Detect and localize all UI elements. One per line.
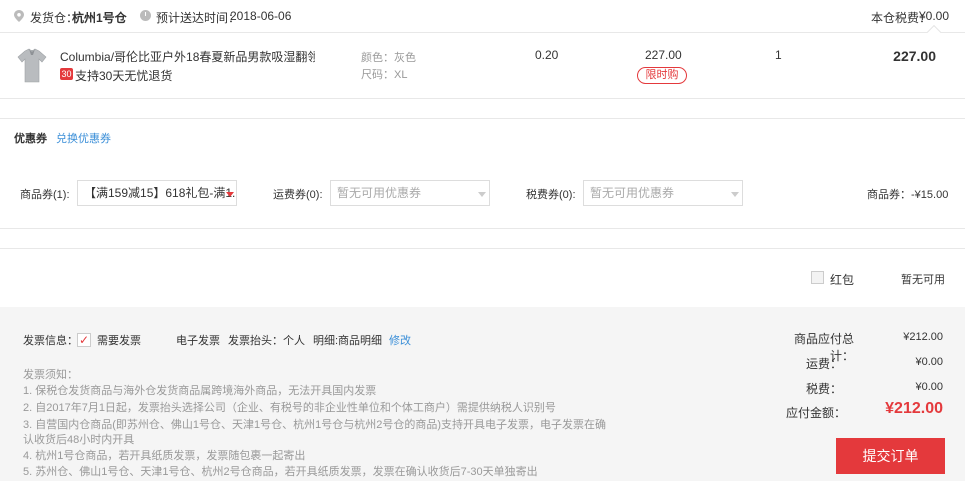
exchange-coupon-link[interactable]: 兑换优惠券: [56, 130, 111, 146]
product-coupon-label: 商品券(1):: [20, 189, 70, 201]
dropdown-caret-icon: [478, 192, 486, 197]
clock-icon: [140, 10, 151, 21]
red-packet-status: 暂无可用: [901, 274, 945, 286]
invoice-need-label: 需要发票: [97, 335, 141, 347]
invoice-detail: 明细:商品明细: [313, 335, 383, 347]
goods-total-value: ¥212.00: [903, 331, 943, 343]
red-packet-label: 红包: [830, 273, 855, 287]
shipping-coupon-label: 运费券(0):: [273, 189, 323, 201]
product-row: Columbia/哥伦比亚户外18春夏新品男款吸湿翻领P... 30 支持30天…: [0, 33, 965, 98]
tax-value: ¥0.00: [915, 381, 943, 393]
divider: [0, 228, 965, 229]
shipping-coupon-value: 暂无可用优惠券: [337, 186, 422, 200]
invoice-checkbox[interactable]: ✓: [77, 333, 91, 347]
freight-value: ¥0.00: [915, 356, 943, 368]
invoice-header: 发票抬头：个人: [228, 335, 305, 347]
tax-coupon-value: 暂无可用优惠券: [590, 186, 675, 200]
invoice-notice-item: 认收货后48小时内开具: [23, 434, 135, 446]
location-pin-icon: [14, 10, 24, 22]
invoice-notice-title: 发票须知：: [23, 369, 78, 381]
pay-label: 应付金额：: [785, 406, 846, 420]
invoice-notice-item: 3. 自营国内仓商品(即苏州仓、佛山1号仓、天津1号仓、杭州1号仓与杭州2号仓的…: [23, 419, 607, 431]
tax-label: 税费：: [805, 382, 842, 396]
tax-coupon-select[interactable]: 暂无可用优惠券: [583, 180, 743, 206]
tax-coupon-label: 税费券(0):: [526, 189, 576, 201]
product-name[interactable]: Columbia/哥伦比亚户外18春夏新品男款吸湿翻领P...: [60, 48, 315, 65]
product-size: 尺码：XL: [361, 69, 408, 81]
quantity: 1: [775, 48, 782, 62]
product-color: 颜色：灰色: [361, 52, 416, 64]
divider: [0, 118, 965, 119]
return-badge: 30: [60, 68, 73, 80]
product-coupon-select[interactable]: 【满159减15】618礼包-满1...: [77, 180, 237, 206]
invoice-notice-item: 4. 杭州1号仓商品，若开具纸质发票，发票随包裹一起寄出: [23, 450, 306, 462]
unit-price: 227.00: [645, 48, 682, 62]
divider: [0, 98, 965, 99]
warehouse-tax-value: ¥0.00: [919, 9, 950, 23]
checkmark-icon: ✓: [78, 333, 90, 347]
coupon-discount: 商品券：-¥15.00: [867, 189, 949, 201]
product-thumbnail[interactable]: [17, 48, 47, 84]
shipping-coupon-select[interactable]: 暂无可用优惠券: [330, 180, 490, 206]
invoice-type: 电子发票: [176, 335, 220, 347]
invoice-info-label: 发票信息：: [23, 335, 78, 347]
flash-sale-tag: 限时购: [637, 67, 687, 84]
invoice-notice-item: 1. 保税仓发货商品与海外仓发货商品属跨境海外商品，无法开具国内发票: [23, 385, 377, 397]
freight-label: 运费：: [805, 357, 842, 371]
submit-order-button[interactable]: 提交订单: [836, 438, 945, 474]
coupon-section-title: 优惠券: [14, 133, 47, 145]
ship-from-label: 发货仓：: [30, 11, 79, 25]
divider: [0, 248, 965, 249]
product-coupon-value: 【满159减15】618礼包-满1...: [84, 186, 237, 200]
item-subtotal: 227.00: [893, 48, 936, 64]
red-packet-checkbox[interactable]: [811, 271, 824, 284]
dropdown-caret-icon: [226, 192, 234, 197]
delivery-date: 2018-06-06: [230, 9, 292, 23]
return-policy: 支持30天无忧退货: [75, 69, 173, 83]
invoice-notice-item: 2. 自2017年7月1日起，发票抬头选择公司（企业、有税号的非企业性单位和个体…: [23, 402, 556, 414]
invoice-notice-item: 5. 苏州仓、佛山1号仓、天津1号仓、杭州2号仓商品，若开具纸质发票，发票在确认…: [23, 466, 538, 478]
tax-rate: 0.20: [535, 48, 559, 62]
warehouse-name: 杭州1号仓: [72, 11, 127, 25]
dropdown-caret-icon: [731, 192, 739, 197]
warehouse-header: 发货仓： 杭州1号仓 预计送达时间： 2018-06-06 本仓税费： ¥0.0…: [0, 0, 965, 33]
delivery-label: 预计送达时间：: [156, 11, 241, 25]
invoice-edit-link[interactable]: 修改: [389, 332, 411, 348]
pay-amount: ¥212.00: [885, 400, 943, 417]
